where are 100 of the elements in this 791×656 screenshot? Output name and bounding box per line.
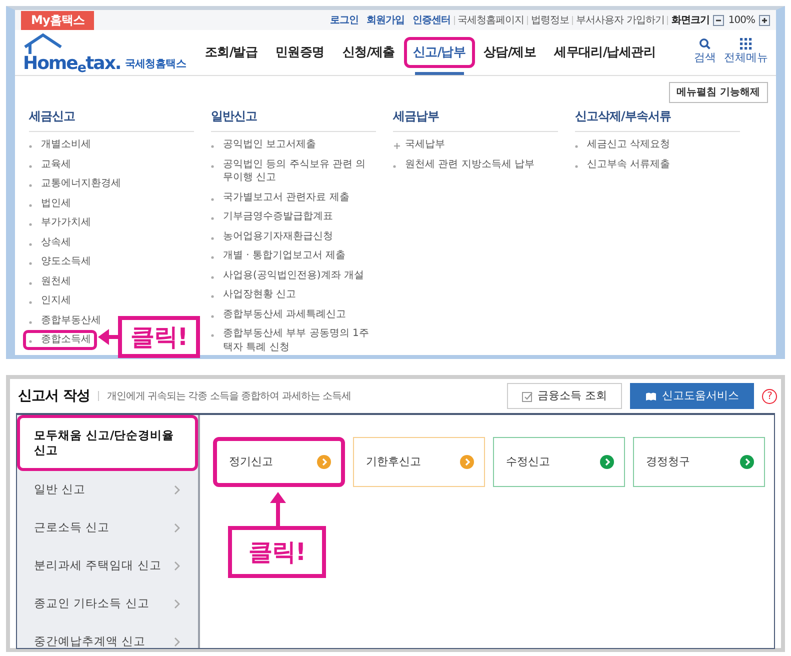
option-card[interactable]: 기한후신고 <box>353 437 485 487</box>
bullet-icon <box>29 340 32 344</box>
menu-column-title: 신고삭제/부속서류 <box>575 107 740 132</box>
sidebar-item[interactable]: 종교인 기타소득 신고 <box>17 585 198 623</box>
chevron-right-icon <box>173 523 181 533</box>
active-tab-underline <box>414 72 464 75</box>
bullet-icon <box>211 276 214 279</box>
menu-item[interactable]: 종합부동산세 과세특례신고 <box>205 304 352 324</box>
action-button[interactable]: 신고도움서비스 <box>630 383 754 409</box>
sidebar-item[interactable]: 모두채움 신고/단순경비율 신고 <box>17 415 198 471</box>
bullet-icon <box>29 145 32 148</box>
menu-item[interactable]: 신고부속 서류제출 <box>569 154 676 174</box>
nav-tool-button[interactable]: 검색 <box>694 38 716 67</box>
menu-column-title: 일반신고 <box>211 107 376 132</box>
menu-item[interactable]: 국가별보고서 관련자료 제출 <box>205 188 356 207</box>
option-card[interactable]: 수정신고 <box>493 437 625 487</box>
menu-item[interactable]: 사업장현황 신고 <box>205 285 302 304</box>
bullet-icon <box>29 320 32 324</box>
click-callout: 클릭! <box>228 526 326 578</box>
bullet-icon <box>211 145 214 148</box>
menu-item[interactable]: 원천세 관련 지방소득세 납부 <box>387 154 541 174</box>
sidebar-item[interactable]: 근로소득 신고 <box>17 509 198 547</box>
option-card[interactable]: 경정청구 <box>633 437 765 487</box>
bullet-icon <box>29 262 32 266</box>
util-link[interactable]: 국세청홈페이지 <box>458 12 524 28</box>
bullet-icon <box>29 184 32 188</box>
util-link[interactable]: 로그인 <box>330 12 359 28</box>
bullet-icon <box>211 236 214 240</box>
bullet-icon <box>211 217 214 220</box>
bullet-icon <box>575 145 578 148</box>
page-title: 신고서 작성 <box>18 386 90 406</box>
callout-arrow <box>98 328 118 346</box>
menu-item[interactable]: 상속세 <box>23 232 77 252</box>
logo-wordmark: Home$_{e}$tax. <box>23 54 121 72</box>
nav-tool-button[interactable]: 전체메뉴 <box>724 38 768 67</box>
bullet-icon <box>393 164 396 168</box>
bullet-icon <box>29 223 32 226</box>
bullet-icon <box>29 204 32 207</box>
menu-item[interactable]: 공익법인 등의 주식보유 관련 의무이행 신고 <box>205 154 377 188</box>
nav-tab[interactable]: 상담/제보 <box>474 37 546 68</box>
menu-item[interactable]: 농어업용기자재환급신청 <box>205 226 339 246</box>
bullet-icon <box>29 164 32 168</box>
menu-toggle-button[interactable]: 메뉴펼침 기능해제 <box>668 82 768 103</box>
nav-tab[interactable]: 세무대리/납세관리 <box>545 37 664 68</box>
bullet-icon <box>211 295 214 298</box>
menu-item[interactable]: 종합소득세 <box>23 330 97 350</box>
nav-tab[interactable]: 조회/발급 <box>196 37 267 68</box>
bullet-icon <box>29 301 32 304</box>
sidebar-item[interactable]: 일반 신고 <box>17 471 198 509</box>
menu-item[interactable]: 사업용(공익법인전용)계좌 개설 <box>205 266 370 285</box>
menu-item[interactable]: 세금신고 삭제요청 <box>569 135 676 154</box>
menu-item[interactable]: 교통에너지환경세 <box>23 174 127 194</box>
brand-tab[interactable]: My홈택스 <box>21 10 94 30</box>
menu-item[interactable]: 기부금영수증발급합계표 <box>205 207 339 226</box>
chevron-right-icon <box>173 637 181 647</box>
menu-item[interactable]: 개별 · 통합기업보고서 제출 <box>205 246 352 266</box>
nav-tab[interactable]: 민원증명 <box>266 37 334 68</box>
menu-item[interactable]: 종합부동산세 <box>23 310 107 330</box>
callout-arrow <box>269 492 287 526</box>
sidebar-item[interactable]: 분리과세 주택임대 신고 <box>17 547 198 585</box>
util-link[interactable]: 인증센터 <box>412 12 451 28</box>
plus-icon <box>393 142 401 150</box>
action-button[interactable]: 금융소득 조회 <box>506 383 622 409</box>
util-link[interactable]: 법령정보 <box>531 12 570 28</box>
help-button[interactable]: ? <box>762 388 777 404</box>
menu-item[interactable]: 국세납부 <box>387 135 451 154</box>
menu-item[interactable]: 개별소비세 <box>23 135 97 154</box>
chevron-right-icon <box>173 561 181 571</box>
menu-column-title: 세금신고 <box>29 107 194 132</box>
sidebar-item[interactable]: 중간예납추계액 신고 <box>17 623 198 648</box>
bullet-icon <box>211 256 214 260</box>
menu-item[interactable]: 양도소득세 <box>23 252 97 272</box>
menu-item[interactable]: 법인세 <box>23 194 77 213</box>
bullet-icon <box>575 164 578 168</box>
menu-item[interactable]: 부가가치세 <box>23 213 97 232</box>
util-link[interactable]: 회원가입 <box>366 12 405 28</box>
bullet-icon <box>211 164 214 168</box>
zoom-value: 100% <box>728 14 755 28</box>
util-link[interactable]: 부서사용자 가입하기 <box>576 12 664 28</box>
chevron-right-icon <box>173 599 181 609</box>
bullet-icon <box>211 314 214 318</box>
menu-item[interactable]: 공익법인 보고서제출 <box>205 135 322 154</box>
zoom-out-icon[interactable] <box>713 14 724 26</box>
search-icon <box>699 38 711 50</box>
menu-item[interactable]: 종합부동산세 부부 공동명의 1주택자 특례 신청 <box>205 324 377 357</box>
logo-subtitle: 국세청홈택스 <box>124 56 186 72</box>
bullet-icon <box>29 242 32 246</box>
click-callout: 클릭! <box>118 316 200 358</box>
bullet-icon <box>29 282 32 285</box>
zoom-label: 화면크기 <box>671 14 710 28</box>
option-card[interactable]: 정기신고 <box>213 437 345 487</box>
zoom-in-icon[interactable] <box>759 14 770 26</box>
bullet-icon <box>211 334 214 338</box>
menu-item[interactable]: 원천세 <box>23 272 77 291</box>
checkbox-icon <box>522 390 532 402</box>
nav-tab[interactable]: 신청/제출 <box>333 37 404 68</box>
page-description: 개인에게 귀속되는 각종 소득을 종합하여 과세하는 소득세 <box>106 390 351 404</box>
book-icon <box>645 390 657 402</box>
menu-item[interactable]: 교육세 <box>23 154 77 174</box>
menu-item[interactable]: 인지세 <box>23 291 77 310</box>
